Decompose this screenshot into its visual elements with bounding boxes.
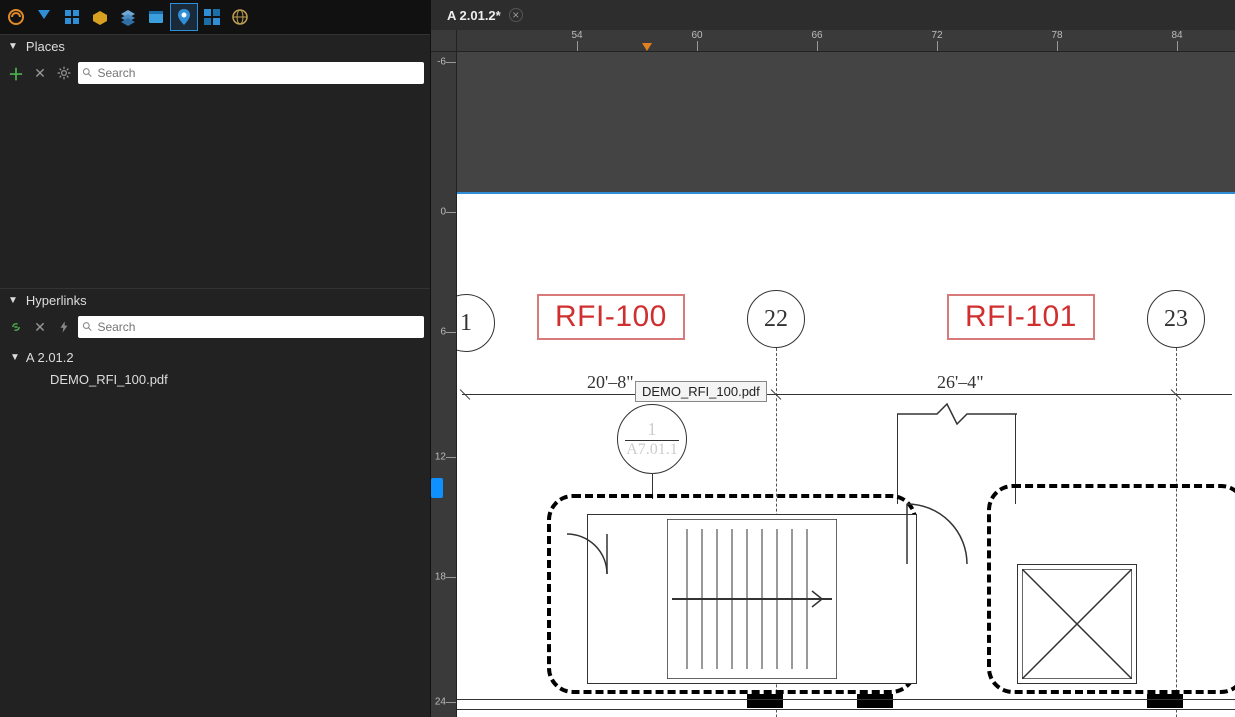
hyperlinks-title: Hyperlinks xyxy=(26,293,87,308)
elevator-icon xyxy=(1022,569,1132,679)
caret-down-icon: ▼ xyxy=(10,352,20,363)
vertical-ruler[interactable]: -6 0 6 12 18 24 xyxy=(431,52,457,717)
tab-title: A 2.01.2* xyxy=(447,8,501,23)
caret-down-icon: ▼ xyxy=(8,295,18,306)
hyperlinks-tools: ✕ xyxy=(0,312,430,342)
caret-down-icon: ▼ xyxy=(8,41,18,52)
grid-bubble: 1 xyxy=(457,294,495,352)
places-body xyxy=(0,88,430,288)
ruler-tick-label: 72 xyxy=(931,30,942,41)
grid-bubble: 22 xyxy=(747,290,805,348)
document-tab[interactable]: A 2.01.2* × xyxy=(439,0,531,30)
split-handle-icon[interactable] xyxy=(431,478,443,498)
detail-callout: 1 A7.01.1 xyxy=(617,404,687,474)
door-swing-icon xyxy=(557,524,617,584)
sidebar: ▼ Places ＋ ✕ ▼ Hyperlinks ✕ xyxy=(0,0,431,717)
horizontal-ruler[interactable]: 54 60 66 72 78 84 xyxy=(457,30,1235,52)
ruler-tick-label: 12 xyxy=(435,452,446,463)
ruler-tick-label: 66 xyxy=(811,30,822,41)
add-place-icon[interactable]: ＋ xyxy=(6,63,26,83)
ruler-corner xyxy=(431,30,457,52)
dimension-text: 26'–4" xyxy=(937,372,984,393)
ruler-tick-label: 84 xyxy=(1171,30,1182,41)
ruler-tick-label: 24 xyxy=(435,697,446,708)
tool-properties-icon[interactable] xyxy=(142,3,170,31)
drawing-page[interactable]: RFI-100 RFI-101 1 22 23 20'–8" 26'–4" xyxy=(457,192,1235,717)
ruler-tick-label: 18 xyxy=(435,572,446,583)
tree-root-label: A 2.01.2 xyxy=(26,350,74,365)
places-panel-header[interactable]: ▼ Places xyxy=(0,34,430,58)
settings-place-icon[interactable] xyxy=(54,63,74,83)
stair-icon xyxy=(667,519,837,679)
tab-bar: A 2.01.2* × xyxy=(431,0,1235,30)
ruler-tick-label: 78 xyxy=(1051,30,1062,41)
tool-thumbnails-icon[interactable] xyxy=(58,3,86,31)
delete-place-icon[interactable]: ✕ xyxy=(30,63,50,83)
tree-row-root[interactable]: ▼ A 2.01.2 xyxy=(0,346,430,368)
places-search-input[interactable] xyxy=(97,66,420,80)
places-title: Places xyxy=(26,39,65,54)
close-tab-icon[interactable]: × xyxy=(509,8,523,22)
hyperlinks-search[interactable] xyxy=(78,316,424,338)
ruler-tick-label: 54 xyxy=(571,30,582,41)
tree-child-label: DEMO_RFI_100.pdf xyxy=(50,372,168,387)
door-swing-icon xyxy=(897,494,977,574)
tool-bookmark-icon[interactable] xyxy=(30,3,58,31)
break-line-icon xyxy=(897,399,1017,429)
search-icon xyxy=(82,321,93,333)
tool-globe-icon[interactable] xyxy=(226,3,254,31)
hyperlinks-panel-header[interactable]: ▼ Hyperlinks xyxy=(0,288,430,312)
tool-places-icon[interactable] xyxy=(170,3,198,31)
hyperlink-tooltip: DEMO_RFI_100.pdf xyxy=(635,381,767,402)
dimension-text: 20'–8" xyxy=(587,372,634,393)
ruler-marker-icon[interactable] xyxy=(642,43,652,51)
search-icon xyxy=(82,67,93,79)
tool-sets-icon[interactable] xyxy=(86,3,114,31)
hyperlinks-search-input[interactable] xyxy=(97,320,420,334)
rulers-wrap: 54 60 66 72 78 84 -6 0 6 xyxy=(431,30,1235,717)
tree-row-child[interactable]: DEMO_RFI_100.pdf xyxy=(0,368,430,390)
rfi-annotation[interactable]: RFI-101 xyxy=(947,294,1095,340)
canvas-area: A 2.01.2* × 54 60 66 72 78 84 xyxy=(431,0,1235,717)
tool-markups-icon[interactable] xyxy=(2,3,30,31)
delete-link-icon[interactable]: ✕ xyxy=(30,317,50,337)
link-icon[interactable] xyxy=(6,317,26,337)
hyperlinks-tree: ▼ A 2.01.2 DEMO_RFI_100.pdf xyxy=(0,342,430,394)
tool-hyperlinks-icon[interactable] xyxy=(198,3,226,31)
grid-bubble: 23 xyxy=(1147,290,1205,348)
places-tools: ＋ ✕ xyxy=(0,58,430,88)
left-toolbar xyxy=(0,0,430,34)
ruler-tick-label: -6 xyxy=(437,57,446,68)
ruler-tick-label: 60 xyxy=(691,30,702,41)
rfi-annotation[interactable]: RFI-100 xyxy=(537,294,685,340)
places-search[interactable] xyxy=(78,62,424,84)
drawing-viewport[interactable]: RFI-100 RFI-101 1 22 23 20'–8" 26'–4" xyxy=(457,52,1235,717)
tool-layers-icon[interactable] xyxy=(114,3,142,31)
flash-icon[interactable] xyxy=(54,317,74,337)
